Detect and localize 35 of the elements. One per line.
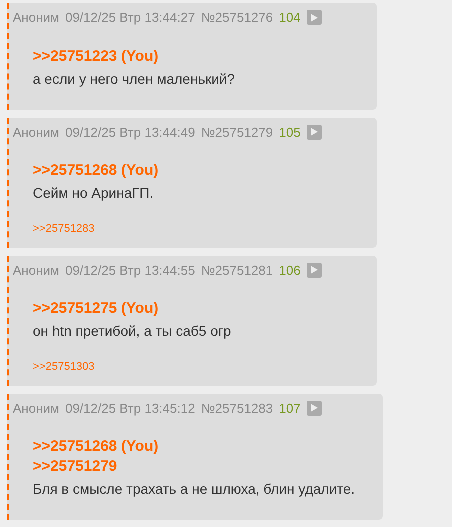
reply-link[interactable]: >>25751283	[33, 221, 95, 238]
play-button[interactable]	[306, 262, 322, 278]
play-button[interactable]	[306, 124, 322, 140]
reply-link[interactable]: >>25751303	[33, 359, 95, 376]
post-date: 09/12/25 Втр 13:44:49	[65, 124, 196, 142]
quote-link[interactable]: >>25751275 (You)	[33, 299, 159, 319]
post-text: а если у него член маленький?	[33, 70, 236, 89]
quote-link[interactable]: >>25751268 (You)	[33, 437, 159, 457]
post-ordinal: 104	[279, 9, 301, 27]
play-button[interactable]	[306, 400, 322, 416]
post-number[interactable]: №25751283	[201, 398, 274, 418]
post-date: 09/12/25 Втр 13:44:55	[65, 262, 196, 280]
poster-name: Аноним	[13, 9, 60, 27]
play-icon	[310, 128, 318, 136]
quote-link[interactable]: >>25751223 (You)	[33, 46, 159, 66]
quote-link[interactable]: >>25751279	[33, 457, 118, 477]
post-text: Бля в смысле трахать а не шлюха, блин удалите.	[33, 480, 356, 499]
post-date: 09/12/25 Втр 13:45:12	[65, 400, 196, 418]
poster-name: Аноним	[13, 262, 60, 280]
post-ordinal: 107	[279, 400, 301, 418]
play-icon	[310, 14, 318, 22]
post-number[interactable]: №25751276	[201, 8, 274, 28]
play-button[interactable]	[306, 10, 322, 26]
post-date: 09/12/25 Втр 13:44:27	[65, 9, 196, 27]
post-text: Сейм но АринаГП.	[33, 184, 155, 203]
post-ordinal: 106	[279, 262, 301, 280]
post-text: он htn претибой, а ты саб5 огр	[33, 322, 232, 341]
poster-name: Аноним	[13, 124, 60, 142]
post-ordinal: 105	[279, 124, 301, 142]
poster-name: Аноним	[13, 400, 60, 418]
post-number[interactable]: №25751279	[201, 122, 274, 142]
post-number[interactable]: №25751281	[201, 260, 274, 280]
quote-link[interactable]: >>25751268 (You)	[33, 161, 159, 181]
play-icon	[310, 404, 318, 412]
play-icon	[310, 266, 318, 274]
